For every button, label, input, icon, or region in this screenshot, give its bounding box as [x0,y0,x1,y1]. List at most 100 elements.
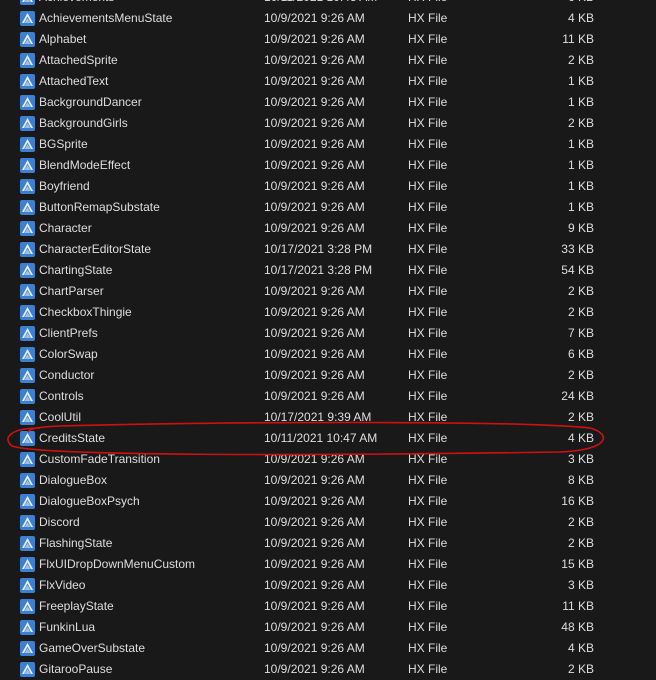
file-name: ChartParser [39,284,104,298]
file-type: HX File [408,53,448,67]
file-row[interactable]: GameOverSubstate 10/9/2021 9:26 AM HX File… [0,638,656,659]
file-type: HX File [408,74,448,88]
hx-file-icon [20,641,35,656]
hx-file-icon [20,95,35,110]
file-date-modified: 10/9/2021 9:26 AM [264,284,365,298]
file-type: HX File [408,326,448,340]
file-row[interactable]: AttachedSprite 10/9/2021 9:26 AM HX File 2 … [0,50,656,71]
file-date-modified: 10/9/2021 9:26 AM [264,116,365,130]
hx-file-icon [20,347,35,362]
file-row[interactable]: CheckboxThingie 10/9/2021 9:26 AM HX File 2… [0,302,656,323]
file-size: 4 KB [567,11,594,25]
file-date-modified: 10/9/2021 9:26 AM [264,347,365,361]
hx-file-icon [20,389,35,404]
file-row[interactable]: FlxUIDropDownMenuCustom 10/9/2021 9:26 AM… [0,554,656,575]
file-name: CreditsState [39,431,106,445]
file-row[interactable]: FreeplayState 10/9/2021 9:26 AM HX File 11 … [0,596,656,617]
file-name: ButtonRemapSubstate [39,200,160,214]
file-name: CoolUtil [39,410,82,424]
file-name: DialogueBoxPsych [39,494,140,508]
file-row[interactable]: AchievementsMenuState 10/9/2021 9:26 AM HX… [0,8,656,29]
file-size: 2 KB [567,53,594,67]
hx-file-icon [20,599,35,614]
file-row[interactable]: Controls 10/9/2021 9:26 AM HX File 24 KB [0,386,656,407]
file-type: HX File [408,242,448,256]
file-date-modified: 10/11/2021 10:43 AM [264,0,377,8]
file-row[interactable]: Conductor 10/9/2021 9:26 AM HX File 2 KB [0,365,656,386]
file-type: HX File [408,557,448,571]
file-list: Achievements 10/11/2021 10:43 AM HX File 6 … [0,0,656,680]
file-size: 2 KB [567,536,594,550]
file-row[interactable]: FunkinLua 10/9/2021 9:26 AM HX File 48 KB [0,617,656,638]
file-row[interactable]: DialogueBoxPsych 10/9/2021 9:26 AM HX File… [0,491,656,512]
file-size: 9 KB [567,221,594,235]
file-size: 1 KB [567,95,594,109]
file-row[interactable]: Boyfriend 10/9/2021 9:26 AM HX File 1 KB [0,176,656,197]
file-row[interactable]: ButtonRemapSubstate 10/9/2021 9:26 AM HX F… [0,197,656,218]
hx-file-icon [20,32,35,47]
file-row[interactable]: BlendModeEffect 10/9/2021 9:26 AM HX File 1… [0,155,656,176]
file-row[interactable]: ChartParser 10/9/2021 9:26 AM HX File 2 KB [0,281,656,302]
file-row[interactable]: CharacterEditorState 10/17/2021 3:28 PM HX… [0,239,656,260]
file-size: 16 KB [561,494,594,508]
file-row[interactable]: ColorSwap 10/9/2021 9:26 AM HX File 6 KB [0,344,656,365]
file-date-modified: 10/11/2021 10:47 AM [264,431,378,445]
file-name: FlxUIDropDownMenuCustom [39,557,196,571]
file-date-modified: 10/9/2021 9:26 AM [264,515,365,529]
file-size: 2 KB [567,662,594,676]
file-row[interactable]: BackgroundDancer 10/9/2021 9:26 AM HX File… [0,92,656,113]
file-row[interactable]: ChartingState 10/17/2021 3:28 PM HX File 54… [0,260,656,281]
file-size: 2 KB [567,116,594,130]
file-row[interactable]: CustomFadeTransition 10/9/2021 9:26 AM HX … [0,449,656,470]
file-type: HX File [408,11,448,25]
hx-file-icon [20,494,35,509]
file-size: 1 KB [567,137,594,151]
file-row[interactable]: Achievements 10/11/2021 10:43 AM HX File 6 … [0,0,656,8]
file-name: Character [39,221,92,235]
file-date-modified: 10/9/2021 9:26 AM [264,494,365,508]
file-name: FlashingState [39,536,113,550]
file-size: 4 KB [567,641,594,655]
hx-file-icon [20,578,35,593]
file-row[interactable]: BGSprite 10/9/2021 9:26 AM HX File 1 KB [0,134,656,155]
file-date-modified: 10/9/2021 9:26 AM [264,305,365,319]
file-type: HX File [408,578,448,592]
file-date-modified: 10/9/2021 9:26 AM [264,74,365,88]
file-type: HX File [408,452,448,466]
file-type: HX File [408,431,448,445]
file-name: CustomFadeTransition [39,452,160,466]
file-size: 4 KB [567,431,594,445]
file-row[interactable]: FlxVideo 10/9/2021 9:26 AM HX File 3 KB [0,575,656,596]
file-row[interactable]: DialogueBox 10/9/2021 9:26 AM HX File 8 KB [0,470,656,491]
hx-file-icon [20,452,35,467]
file-type: HX File [408,347,448,361]
file-date-modified: 10/9/2021 9:26 AM [264,473,365,487]
file-name: GameOverSubstate [39,641,146,655]
file-date-modified: 10/9/2021 9:26 AM [264,389,365,403]
file-row[interactable]: BackgroundGirls 10/9/2021 9:26 AM HX File 2… [0,113,656,134]
file-type: HX File [408,410,448,424]
file-date-modified: 10/9/2021 9:26 AM [264,578,365,592]
file-name: FreeplayState [39,599,114,613]
file-date-modified: 10/9/2021 9:26 AM [264,599,365,613]
file-type: HX File [408,515,448,529]
file-size: 11 KB [562,599,594,613]
file-size: 2 KB [567,284,594,298]
file-date-modified: 10/9/2021 9:26 AM [264,452,365,466]
file-row[interactable]: GitarooPause 10/9/2021 9:26 AM HX File 2 KB [0,659,656,680]
file-row[interactable]: CoolUtil 10/17/2021 9:39 AM HX File 2 KB [0,407,656,428]
file-type: HX File [408,389,448,403]
file-date-modified: 10/9/2021 9:26 AM [264,326,365,340]
file-name: Conductor [39,368,95,382]
file-row[interactable]: AttachedText 10/9/2021 9:26 AM HX File 1 KB [0,71,656,92]
file-size: 11 KB [562,32,594,46]
file-row[interactable]: Character 10/9/2021 9:26 AM HX File 9 KB [0,218,656,239]
file-row[interactable]: Discord 10/9/2021 9:26 AM HX File 2 KB [0,512,656,533]
file-date-modified: 10/9/2021 9:26 AM [264,641,365,655]
file-row[interactable]: FlashingState 10/9/2021 9:26 AM HX File 2 K… [0,533,656,554]
hx-file-icon [20,116,35,131]
file-row[interactable]: Alphabet 10/9/2021 9:26 AM HX File 11 KB [0,29,656,50]
file-row[interactable]: CreditsState 10/11/2021 10:47 AM HX File 4 … [0,428,656,449]
file-type: HX File [408,116,448,130]
file-row[interactable]: ClientPrefs 10/9/2021 9:26 AM HX File 7 KB [0,323,656,344]
